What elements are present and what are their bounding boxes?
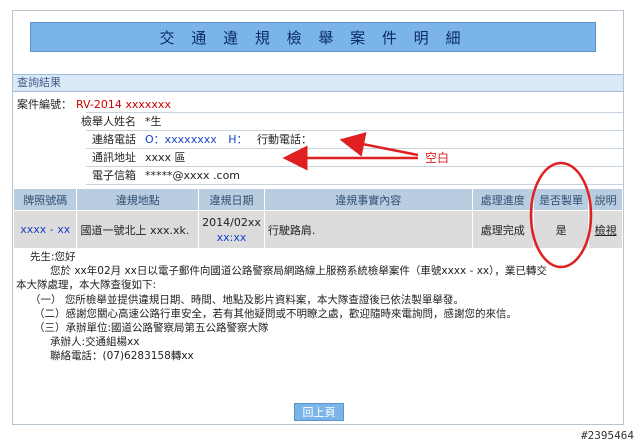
annotation-blank-label: 空白	[425, 151, 450, 165]
reply-letter: 先生:您好 您於 xx年02月 xx日以電子郵件向國道公路警察局網路線上服務系統…	[16, 250, 622, 398]
section-title: 查詢結果	[13, 74, 623, 92]
col-location: 違規地點	[76, 188, 200, 211]
letter-line: （三）承辦單位:國道公路警察局第五公路警察大隊	[34, 322, 269, 335]
fact-cell: 行駛路肩.	[263, 210, 473, 249]
date-cell: 2014/02xx xx:xx	[198, 210, 265, 249]
email-row: 電子信箱 *****@xxxx .com	[48, 167, 608, 185]
view-detail-link[interactable]: 檢視	[588, 210, 623, 249]
phone-label: 連絡電話	[92, 133, 136, 146]
col-date: 違規日期	[198, 188, 265, 211]
col-ticketed: 是否製單	[532, 188, 590, 211]
image-stamp: #2395464	[581, 429, 634, 442]
ticketed-cell: 是	[532, 210, 590, 249]
table-header-row: 牌照號碼 違規地點 違規日期 違規事實內容 處理進度 是否製單 說明	[12, 188, 623, 211]
plate-cell: xxxx - xx	[12, 210, 78, 249]
letter-line: 聯絡電話：(07)6283158轉xx	[50, 350, 194, 363]
date-value: 2014/02xx	[202, 215, 261, 229]
address-row: 通訊地址 xxxx 區	[48, 149, 608, 167]
case-number-label: 案件編號：	[17, 98, 72, 111]
address-label: 通訊地址	[92, 151, 136, 164]
status-cell: 處理完成	[471, 210, 534, 249]
phone-office-value: O：xxxxxxxx	[145, 133, 217, 146]
page-title: 交 通 違 規 檢 舉 案 件 明 細	[30, 22, 596, 52]
back-button[interactable]: 回上頁	[294, 403, 344, 421]
letter-line: 承辦人:交通組楊xx	[50, 336, 140, 349]
address-value: xxxx 區	[145, 151, 186, 164]
case-number-value: RV-2014 xxxxxxx	[76, 98, 171, 111]
col-fact: 違規事實內容	[263, 188, 473, 211]
letter-line: 您於 xx年02月 xx日以電子郵件向國道公路警察局網路線上服務系統檢舉案件（車…	[50, 265, 547, 278]
time-value: xx:xx	[216, 230, 247, 244]
email-value: *****@xxxx .com	[145, 169, 241, 182]
phone-home-value: H：	[228, 133, 248, 146]
reporter-name-row: 檢舉人姓名 *生	[48, 113, 608, 131]
phone-row: 連絡電話 O：xxxxxxxx H： 行動電話：	[48, 131, 608, 149]
letter-line: 本大隊處理，本大隊查復如下:	[16, 279, 157, 292]
email-label: 電子信箱	[92, 169, 136, 182]
reporter-name-value: *生	[145, 115, 162, 128]
letter-line: （一） 您所檢舉並提供違規日期、時間、地點及影片資料案，本大隊查證後已依法製單舉…	[30, 293, 464, 306]
mobile-label: 行動電話：	[257, 133, 313, 146]
case-number-row: 案件編號： RV-2014 xxxxxxx	[17, 96, 171, 112]
table-row: xxxx - xx 國道一號北上 xxx.xk. 2014/02xx xx:xx…	[12, 210, 623, 249]
col-plate: 牌照號碼	[12, 188, 78, 211]
phone-values: O：xxxxxxxx H： 行動電話：	[145, 131, 312, 148]
letter-line: （二）感謝您關心高速公路行車安全，若有其他疑問或不明瞭之處，歡迎隨時來電詢問，感…	[34, 307, 517, 320]
case-table: 牌照號碼 違規地點 違規日期 違規事實內容 處理進度 是否製單 說明 xxxx …	[12, 188, 623, 249]
col-detail: 說明	[588, 188, 623, 211]
col-status: 處理進度	[471, 188, 534, 211]
letter-line: 先生:您好	[30, 251, 76, 263]
location-cell: 國道一號北上 xxx.xk.	[76, 210, 200, 249]
reporter-name-label: 檢舉人姓名	[81, 115, 136, 128]
